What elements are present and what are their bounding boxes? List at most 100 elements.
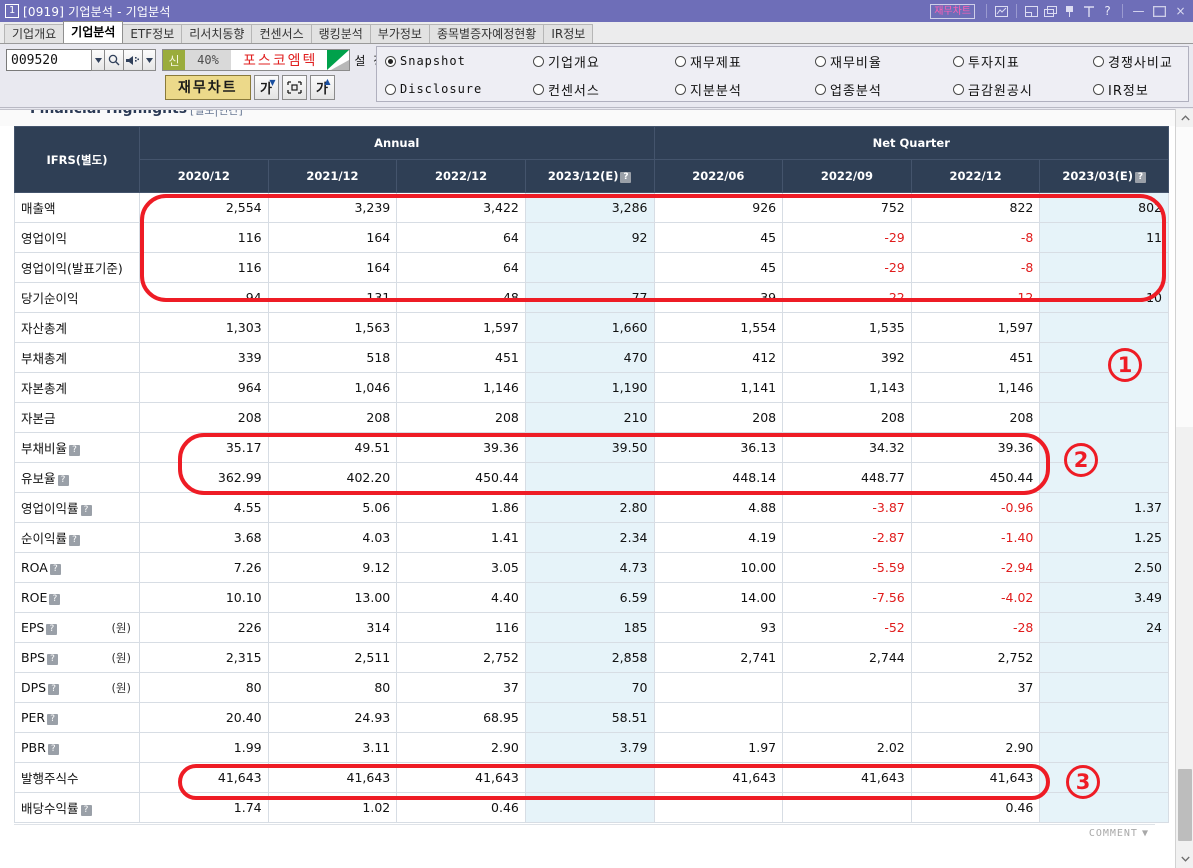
code-dropdown-button[interactable] bbox=[91, 49, 105, 71]
col-header-0[interactable]: 2020/12 bbox=[139, 159, 269, 193]
font-increase-button[interactable]: 가 ▲ bbox=[309, 74, 335, 100]
table-cell: 3.49 bbox=[1039, 582, 1169, 613]
radio-ir정보[interactable]: IR정보 bbox=[1093, 80, 1188, 99]
help-icon[interactable]: ? bbox=[47, 744, 59, 755]
col-label: 2022/06 bbox=[692, 169, 745, 183]
help-icon[interactable]: ? bbox=[1134, 172, 1146, 183]
help-icon[interactable]: ? bbox=[69, 535, 81, 546]
table-cell bbox=[524, 252, 655, 283]
restore-window-icon[interactable] bbox=[1023, 3, 1040, 20]
tab-etf정보[interactable]: ETF정보 bbox=[122, 24, 183, 43]
radio-컨센서스[interactable]: 컨센서스 bbox=[533, 80, 675, 99]
comment-bar[interactable]: COMMENT ▼ bbox=[14, 824, 1155, 842]
minimize-button[interactable]: — bbox=[1129, 3, 1148, 20]
help-icon[interactable]: ? bbox=[620, 172, 632, 183]
table-cell: 49.51 bbox=[267, 432, 398, 463]
table-cell: 208 bbox=[782, 402, 912, 433]
table-cell: 1,660 bbox=[524, 312, 655, 343]
table-cell: 39.36 bbox=[910, 432, 1041, 463]
help-icon[interactable]: ? bbox=[80, 805, 92, 816]
main-tabstrip: 기업개요 기업분석 ETF정보 리서치동향 컨센서스 랭킹분석 부가정보 종목별… bbox=[0, 21, 1193, 44]
help-icon[interactable]: ? bbox=[57, 475, 69, 486]
table-cell bbox=[653, 702, 784, 733]
row-label-cell: 유보율? bbox=[14, 462, 140, 493]
cascade-icon[interactable] bbox=[1042, 3, 1059, 20]
table-cell: 9.12 bbox=[267, 552, 398, 583]
tab-부가정보[interactable]: 부가정보 bbox=[369, 24, 430, 43]
table-cell: 10.00 bbox=[653, 552, 784, 583]
table-cell: 68.95 bbox=[396, 702, 526, 733]
row-label: 자본금 bbox=[21, 411, 56, 426]
table-cell: 1,535 bbox=[782, 312, 912, 343]
radio-투자지표[interactable]: 투자지표 bbox=[953, 52, 1093, 71]
table-cell: -0.96 bbox=[910, 492, 1041, 523]
table-cell: 4.73 bbox=[524, 552, 655, 583]
help-icon[interactable]: ? bbox=[48, 684, 60, 695]
col-header-3[interactable]: 2023/12(E)? bbox=[524, 159, 655, 193]
close-button[interactable]: × bbox=[1171, 3, 1190, 20]
radio-업종분석[interactable]: 업종분석 bbox=[815, 80, 953, 99]
help-icon[interactable]: ? bbox=[80, 505, 92, 516]
help-icon[interactable]: ? bbox=[69, 445, 81, 456]
radio-재무비율[interactable]: 재무비율 bbox=[815, 52, 953, 71]
fit-width-button[interactable] bbox=[281, 74, 307, 100]
speaker-dropdown-button[interactable] bbox=[142, 49, 156, 71]
help-icon[interactable]: ? bbox=[47, 654, 59, 665]
font-decrease-button[interactable]: 가 ▼ bbox=[253, 74, 279, 100]
help-icon[interactable]: ? bbox=[1099, 3, 1116, 20]
row-label: 부채총계 bbox=[21, 351, 68, 366]
vertical-scrollbar[interactable] bbox=[1175, 109, 1193, 868]
scroll-track[interactable] bbox=[1176, 127, 1193, 427]
radio-경쟁사비교[interactable]: 경쟁사비교 bbox=[1093, 52, 1188, 71]
tab-랭킹분석[interactable]: 랭킹분석 bbox=[310, 24, 371, 43]
scroll-thumb[interactable] bbox=[1178, 769, 1192, 841]
col-header-1[interactable]: 2021/12 bbox=[267, 159, 398, 193]
financial-chart-button[interactable]: 재무차트 bbox=[165, 74, 251, 100]
financial-chart-chip[interactable]: 재무차트 bbox=[930, 3, 975, 19]
stock-name-bar[interactable]: 신 40% 포스코엠텍 bbox=[162, 49, 351, 71]
col-header-7[interactable]: 2023/03(E)? bbox=[1039, 159, 1169, 193]
radio-snapshot[interactable]: Snapshot bbox=[385, 54, 533, 68]
radio-지분분석[interactable]: 지분분석 bbox=[675, 80, 815, 99]
help-icon[interactable]: ? bbox=[49, 564, 61, 575]
radio-dot bbox=[675, 55, 686, 67]
stock-code-input[interactable] bbox=[6, 49, 92, 71]
col-header-2[interactable]: 2022/12 bbox=[396, 159, 526, 193]
table-cell: 4.88 bbox=[653, 492, 784, 523]
radio-disclosure[interactable]: Disclosure bbox=[385, 82, 533, 96]
help-icon[interactable]: ? bbox=[46, 624, 58, 635]
radio-금감원공시[interactable]: 금감원공시 bbox=[953, 80, 1093, 99]
tab-ir정보[interactable]: IR정보 bbox=[543, 24, 594, 43]
tab-종목별증자예정현황[interactable]: 종목별증자예정현황 bbox=[428, 24, 545, 43]
help-icon[interactable]: ? bbox=[49, 594, 61, 605]
tab-리서치동향[interactable]: 리서치동향 bbox=[181, 24, 253, 43]
table-cell: 164 bbox=[267, 222, 398, 253]
row-label-cell: PBR? bbox=[14, 732, 140, 763]
maximize-button[interactable] bbox=[1150, 3, 1169, 20]
chevron-down-icon[interactable]: ▼ bbox=[1142, 828, 1149, 839]
pin-icon[interactable] bbox=[1061, 3, 1078, 20]
col-header-6[interactable]: 2022/12 bbox=[910, 159, 1041, 193]
speaker-icon[interactable] bbox=[123, 49, 143, 71]
chart-icon[interactable] bbox=[993, 3, 1010, 20]
table-row: 자본총계 964 1,046 1,146 1,190 1,141 1,143 1,146 bbox=[14, 372, 1169, 403]
table-cell: 3,239 bbox=[267, 192, 398, 223]
table-cell: 80 bbox=[267, 672, 398, 703]
table-cell: 24.93 bbox=[267, 702, 398, 733]
col-header-4[interactable]: 2022/06 bbox=[653, 159, 784, 193]
tab-기업분석[interactable]: 기업분석 bbox=[63, 21, 124, 43]
help-icon[interactable]: ? bbox=[47, 714, 59, 725]
radio-재무제표[interactable]: 재무제표 bbox=[675, 52, 815, 71]
scroll-up-button[interactable] bbox=[1176, 109, 1193, 127]
radio-dot bbox=[675, 83, 686, 95]
text-icon[interactable] bbox=[1080, 3, 1097, 20]
scroll-down-button[interactable] bbox=[1176, 850, 1193, 868]
radio-기업개요[interactable]: 기업개요 bbox=[533, 52, 675, 71]
table-cell: 41,643 bbox=[653, 762, 784, 793]
search-icon[interactable] bbox=[104, 49, 124, 71]
tab-컨센서스[interactable]: 컨센서스 bbox=[251, 24, 312, 43]
table-cell: 164 bbox=[267, 252, 398, 283]
col-header-5[interactable]: 2022/09 bbox=[782, 159, 912, 193]
tab-기업개요[interactable]: 기업개요 bbox=[4, 24, 65, 43]
radio-dot bbox=[815, 83, 826, 95]
